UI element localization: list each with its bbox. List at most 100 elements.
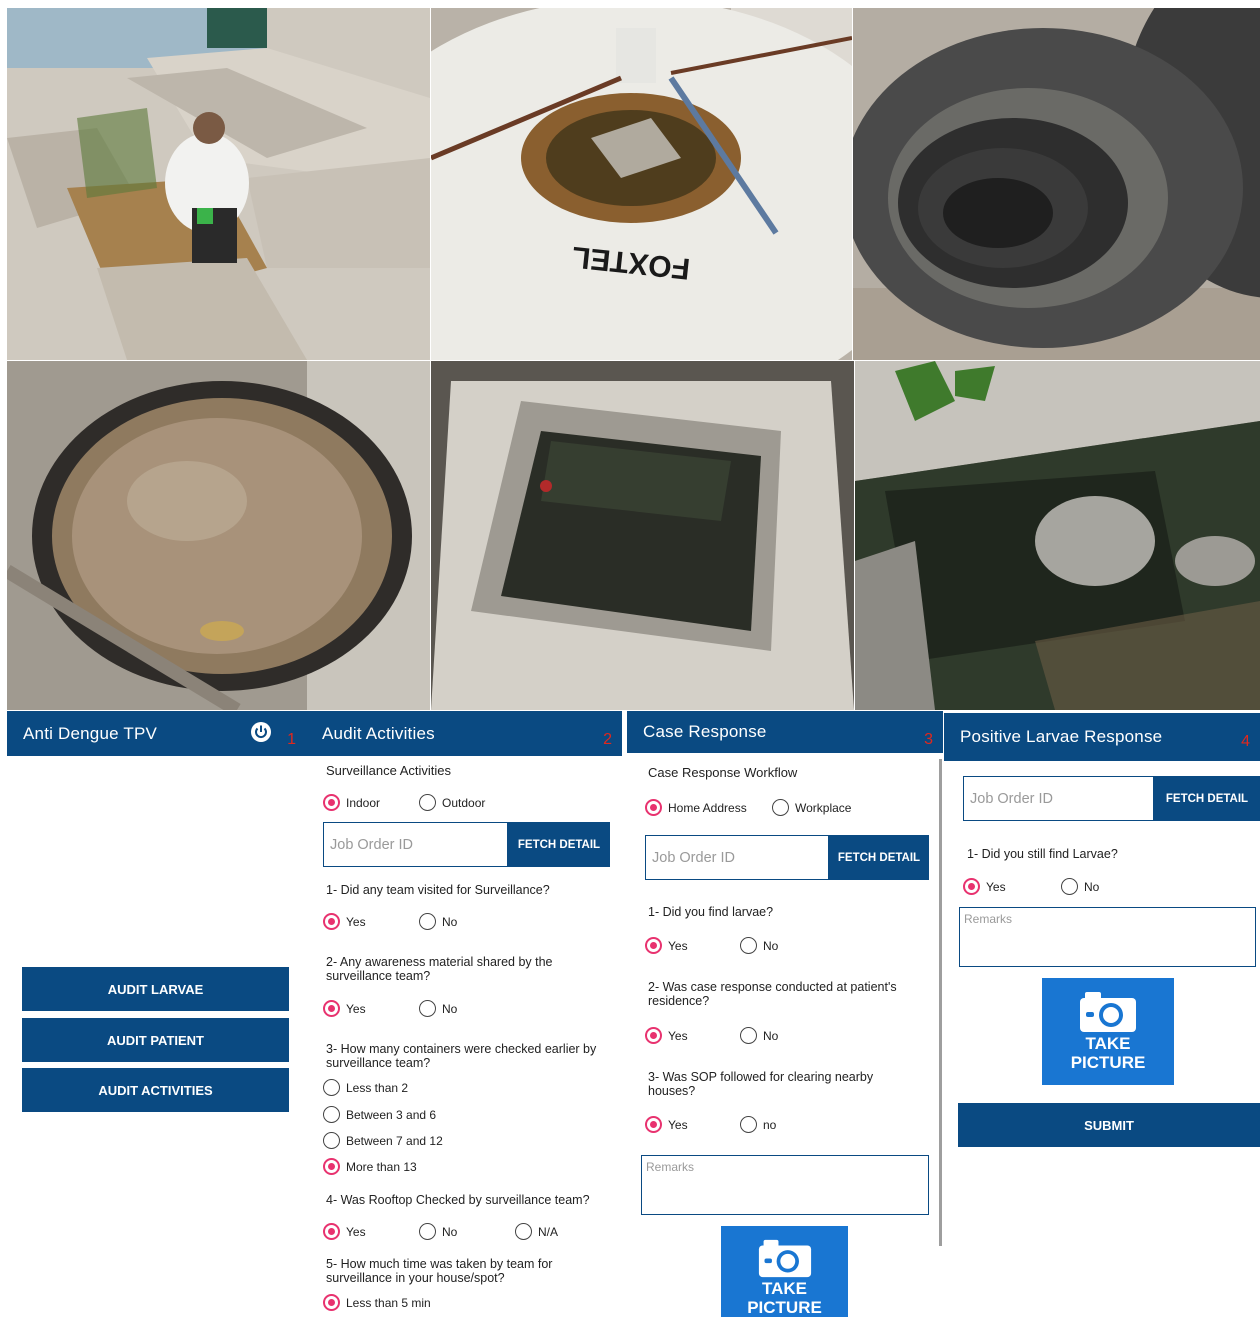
app-title: Anti Dengue TPV [23,723,158,743]
radio-home-address[interactable]: Home Address [645,799,747,816]
radio-workplace[interactable]: Workplace [772,799,851,816]
radio-dot [740,1116,757,1133]
q3-between-7-12[interactable]: Between 7 and 12 [323,1132,443,1149]
radio-dot [323,1079,340,1096]
radio-label: Yes [346,1224,366,1239]
radio-label: Between 3 and 6 [346,1107,437,1122]
radio-label: Yes [668,938,688,953]
radio-dot-selected [963,878,980,895]
remarks-field[interactable]: Remarks [959,907,1256,967]
question-1: 1- Did you find larvae? [648,905,774,919]
radio-dot-selected [323,1000,340,1017]
question-2: 2- Was case response conducted at patien… [648,980,897,1008]
q3-more-than-13[interactable]: More than 13 [323,1158,417,1175]
radio-dot [740,1027,757,1044]
q2-yes[interactable]: Yes [645,1027,688,1044]
fetch-detail-button[interactable]: FETCH DETAIL [1154,776,1260,821]
radio-label: Indoor [346,795,381,810]
app-bar: Anti Dengue TPV 1 [7,711,306,756]
q1-yes[interactable]: Yes [963,878,1006,895]
take-picture-button[interactable]: TAKE PICTURE [1042,978,1174,1085]
q3-no[interactable]: no [740,1116,776,1133]
q3-less-than-2[interactable]: Less than 2 [323,1079,408,1096]
section-title: Case Response Workflow [648,765,798,780]
app-title: Audit Activities [322,723,435,743]
radio-label: Less than 5 min [346,1295,431,1310]
question-3: 3- Was SOP followed for clearing nearby … [648,1070,874,1098]
power-icon[interactable] [250,721,272,743]
photo-cemetery-inspection [7,8,430,360]
q3-between-3-6[interactable]: Between 3 and 6 [323,1106,436,1123]
q1-no[interactable]: No [740,937,778,954]
audit-patient-button[interactable]: AUDIT PATIENT [22,1018,289,1062]
radio-label: No [763,938,779,953]
radio-label: Less than 2 [346,1080,409,1095]
take-picture-button[interactable]: TAKE PICTURE [721,1226,848,1317]
q1-yes[interactable]: Yes [645,937,688,954]
radio-dot [772,799,789,816]
radio-dot [419,1000,436,1017]
q1-no[interactable]: No [1061,878,1099,895]
radio-label: Between 7 and 12 [346,1133,443,1148]
audit-activities-button[interactable]: AUDIT ACTIVITIES [22,1068,289,1112]
panel-number: 4 [1241,733,1250,750]
q3-yes[interactable]: Yes [645,1116,688,1133]
radio-dot-selected [645,799,662,816]
q4-na[interactable]: N/A [515,1223,558,1240]
photo-water-tank [431,361,854,710]
radio-outdoor[interactable]: Outdoor [419,794,485,811]
photo-satellite-dish: FOXTEL [431,8,852,360]
radio-dot [419,913,436,930]
radio-label: Yes [668,1117,688,1132]
panel-anti-dengue-home: Anti Dengue TPV 1 AUDIT LARVAE AUDIT PAT… [7,711,306,1317]
remarks-field[interactable]: Remarks [641,1155,929,1215]
radio-label: Yes [346,1001,366,1016]
audit-larvae-button[interactable]: AUDIT LARVAE [22,967,289,1011]
app-bar: Positive Larvae Response 4 [944,713,1260,761]
q2-yes[interactable]: Yes [323,1000,366,1017]
photo-old-tyres [853,8,1260,360]
radio-dot-selected [323,1223,340,1240]
job-order-input[interactable]: Job Order ID [323,822,508,867]
job-order-row: Job Order ID FETCH DETAIL [323,822,610,867]
question-1: 1- Did you still find Larvae? [967,847,1118,861]
q5-less-than-5-min[interactable]: Less than 5 min [323,1294,431,1311]
radio-dot [419,1223,436,1240]
job-order-input[interactable]: Job Order ID [963,776,1154,821]
app-title: Positive Larvae Response [960,727,1163,746]
job-order-row: Job Order ID FETCH DETAIL [645,835,929,880]
q2-no[interactable]: No [740,1027,778,1044]
radio-dot [1061,878,1078,895]
radio-label: No [763,1028,779,1043]
submit-button[interactable]: SUBMIT [958,1103,1260,1147]
job-order-input[interactable]: Job Order ID [645,835,829,880]
radio-label: N/A [538,1224,559,1239]
fetch-detail-button[interactable]: FETCH DETAIL [508,822,610,867]
q2-no[interactable]: No [419,1000,457,1017]
scrollbar[interactable] [939,759,942,1246]
take-picture-label-2: PICTURE [1070,1053,1146,1072]
panel-number: 1 [287,731,296,748]
take-picture-label-1: TAKE [761,1279,807,1298]
radio-label: No [442,1224,458,1239]
radio-dot-selected [323,1158,340,1175]
camera-icon [1080,992,1136,1032]
radio-label: More than 13 [346,1159,417,1174]
panel-case-response: Case Response 3 Case Response Workflow H… [627,711,943,1317]
fetch-detail-button[interactable]: FETCH DETAIL [829,835,929,880]
radio-dot-selected [323,1294,340,1311]
radio-label: Yes [986,879,1006,894]
app-bar: Audit Activities 2 [306,711,622,756]
q4-yes[interactable]: Yes [323,1223,366,1240]
radio-dot-selected [323,913,340,930]
radio-indoor[interactable]: Indoor [323,794,380,811]
question-2: 2- Any awareness material shared by the … [326,955,553,983]
radio-label: Yes [668,1028,688,1043]
photo-drain-puddle [855,361,1260,710]
q4-no[interactable]: No [419,1223,457,1240]
q1-no[interactable]: No [419,913,457,930]
section-title: Surveillance Activities [326,763,451,778]
app-bar: Case Response 3 [627,711,943,753]
q1-yes[interactable]: Yes [323,913,366,930]
radio-label: Workplace [795,800,852,815]
